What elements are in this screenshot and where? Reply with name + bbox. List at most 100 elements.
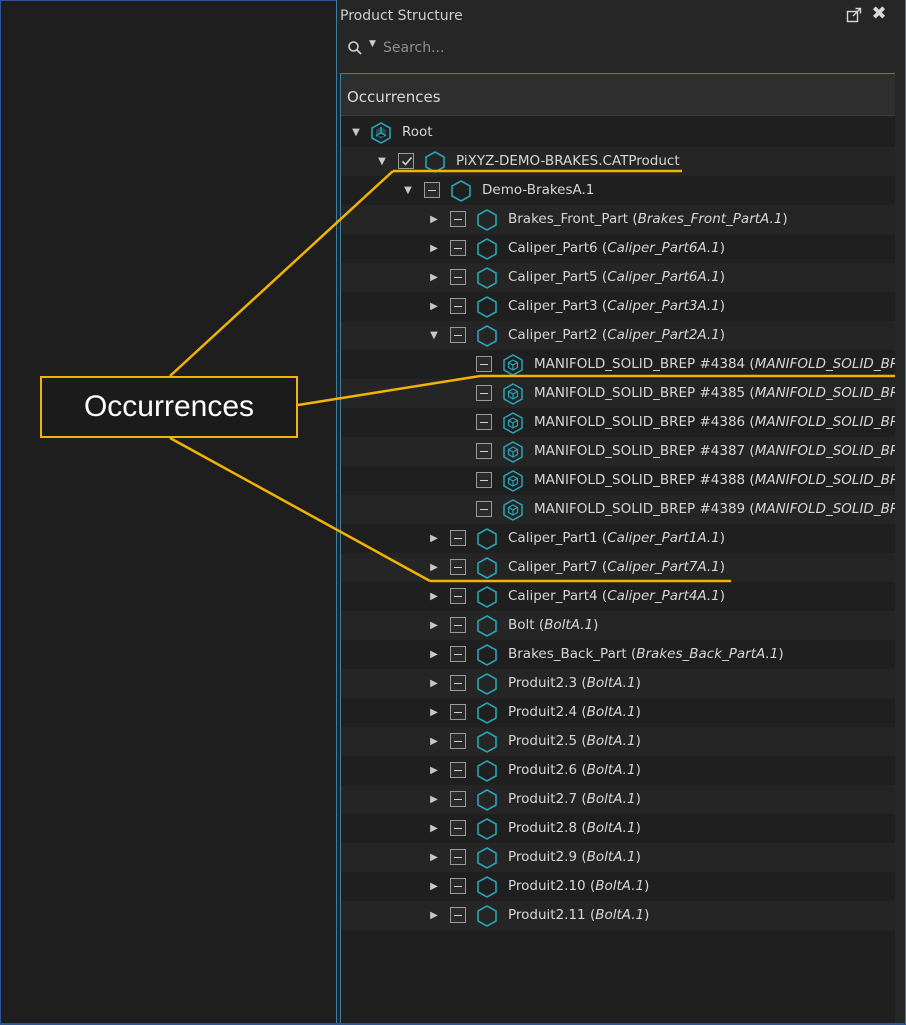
tree-row[interactable]: ▶ Caliper_Part3 (Caliper_Part3A.1) [341, 292, 895, 321]
visibility-checkbox-partial[interactable] [476, 356, 492, 372]
visibility-checkbox-partial[interactable] [476, 472, 492, 488]
tree-node-label: Produit2.9 (BoltA.1) [508, 849, 641, 865]
visibility-checkbox-partial[interactable] [476, 385, 492, 401]
search-options-caret-icon[interactable]: ▼ [369, 39, 376, 49]
tree-row[interactable]: ▶ Produit2.5 (BoltA.1) [341, 727, 895, 756]
collapsed-arrow-icon[interactable]: ▶ [428, 901, 440, 930]
collapsed-arrow-icon[interactable]: ▶ [428, 727, 440, 756]
collapsed-arrow-icon[interactable]: ▶ [428, 292, 440, 321]
visibility-checkbox-partial[interactable] [450, 559, 466, 575]
tree-row[interactable]: ▶ Produit2.8 (BoltA.1) [341, 814, 895, 843]
hexagon-icon [476, 295, 498, 319]
visibility-checkbox-partial[interactable] [450, 588, 466, 604]
node-reference: MANIFOLD_SOLID_BREP [754, 443, 895, 459]
visibility-checkbox-partial[interactable] [450, 791, 466, 807]
tree-row[interactable]: ▶ Caliper_Part7 (Caliper_Part7A.1) [341, 553, 895, 582]
tree-node-label: MANIFOLD_SOLID_BREP #4384 (MANIFOLD_SOLI… [534, 356, 895, 373]
tree-row[interactable]: ▶ Caliper_Part6 (Caliper_Part6A.1) [341, 234, 895, 263]
node-reference: MANIFOLD_SOLID_BREP [754, 414, 895, 430]
visibility-checkbox-partial[interactable] [450, 617, 466, 633]
collapsed-arrow-icon[interactable]: ▶ [428, 756, 440, 785]
collapsed-arrow-icon[interactable]: ▶ [428, 814, 440, 843]
node-name: Produit2.8 [508, 820, 578, 836]
tree-header[interactable]: Occurrences [341, 74, 895, 116]
tree-row[interactable]: ▶ Brakes_Back_Part (Brakes_Back_PartA.1) [341, 640, 895, 669]
tree-row[interactable]: ▶ Caliper_Part4 (Caliper_Part4A.1) [341, 582, 895, 611]
expanded-arrow-icon[interactable]: ▼ [428, 321, 440, 350]
search-input[interactable] [383, 36, 883, 60]
tree-row[interactable]: ▼ Caliper_Part2 (Caliper_Part2A.1) [341, 321, 895, 350]
tree-row[interactable]: ▼ PiXYZ-DEMO-BRAKES.CATProduct [341, 147, 895, 176]
visibility-checkbox-partial[interactable] [450, 269, 466, 285]
collapsed-arrow-icon[interactable]: ▶ [428, 524, 440, 553]
hexagon-icon [476, 672, 498, 696]
collapsed-arrow-icon[interactable]: ▶ [428, 785, 440, 814]
tree-row[interactable]: ▶ Produit2.3 (BoltA.1) [341, 669, 895, 698]
visibility-checkbox-partial[interactable] [450, 820, 466, 836]
tree-row[interactable]: ▼ Root [341, 118, 895, 147]
tree-node-label: MANIFOLD_SOLID_BREP #4388 (MANIFOLD_SOLI… [534, 472, 895, 489]
tree-row[interactable]: ▼ Demo-BrakesA.1 [341, 176, 895, 205]
collapsed-arrow-icon[interactable]: ▶ [428, 843, 440, 872]
tree-node-label: Demo-BrakesA.1 [482, 182, 594, 199]
tree-row[interactable]: MANIFOLD_SOLID_BREP #4385 (MANIFOLD_SOLI… [341, 379, 895, 408]
visibility-checkbox-partial[interactable] [450, 646, 466, 662]
tree-row[interactable]: ▶ Produit2.4 (BoltA.1) [341, 698, 895, 727]
collapsed-arrow-icon[interactable]: ▶ [428, 582, 440, 611]
visibility-checkbox-partial[interactable] [450, 327, 466, 343]
expanded-arrow-icon[interactable]: ▼ [402, 176, 414, 205]
visibility-checkbox-partial[interactable] [450, 878, 466, 894]
visibility-checkbox-partial[interactable] [450, 733, 466, 749]
tree-row[interactable]: ▶ Bolt (BoltA.1) [341, 611, 895, 640]
visibility-checkbox-partial[interactable] [476, 443, 492, 459]
node-name: Produit2.7 [508, 791, 578, 807]
tree-row[interactable]: ▶ Produit2.10 (BoltA.1) [341, 872, 895, 901]
close-icon[interactable]: ✖ [869, 3, 889, 25]
tree-row[interactable]: MANIFOLD_SOLID_BREP #4388 (MANIFOLD_SOLI… [341, 466, 895, 495]
tree-row[interactable]: ▶ Produit2.11 (BoltA.1) [341, 901, 895, 930]
visibility-checkbox-partial[interactable] [476, 414, 492, 430]
collapsed-arrow-icon[interactable]: ▶ [428, 698, 440, 727]
collapsed-arrow-icon[interactable]: ▶ [428, 669, 440, 698]
tree-row[interactable]: MANIFOLD_SOLID_BREP #4389 (MANIFOLD_SOLI… [341, 495, 895, 524]
visibility-checkbox-partial[interactable] [450, 675, 466, 691]
visibility-checkbox-partial[interactable] [450, 530, 466, 546]
visibility-checkbox-checked[interactable] [398, 153, 414, 169]
tree-row[interactable]: ▶ Produit2.7 (BoltA.1) [341, 785, 895, 814]
tree-row[interactable]: MANIFOLD_SOLID_BREP #4386 (MANIFOLD_SOLI… [341, 408, 895, 437]
search-icon[interactable] [347, 40, 363, 56]
hexagon-icon [476, 904, 498, 928]
hexagon-icon [476, 324, 498, 348]
tree-row[interactable]: ▶ Caliper_Part5 (Caliper_Part6A.1) [341, 263, 895, 292]
collapsed-arrow-icon[interactable]: ▶ [428, 640, 440, 669]
visibility-checkbox-partial[interactable] [450, 849, 466, 865]
popout-icon[interactable] [845, 6, 863, 24]
collapsed-arrow-icon[interactable]: ▶ [428, 611, 440, 640]
visibility-checkbox-partial[interactable] [450, 211, 466, 227]
visibility-checkbox-partial[interactable] [450, 704, 466, 720]
tree-node-label: Caliper_Part4 (Caliper_Part4A.1) [508, 588, 726, 604]
visibility-checkbox-partial[interactable] [450, 298, 466, 314]
collapsed-arrow-icon[interactable]: ▶ [428, 263, 440, 292]
collapsed-arrow-icon[interactable]: ▶ [428, 205, 440, 234]
node-reference: BoltA.1 [595, 907, 645, 923]
tree-row[interactable]: MANIFOLD_SOLID_BREP #4384 (MANIFOLD_SOLI… [341, 350, 895, 379]
expanded-arrow-icon[interactable]: ▼ [376, 147, 388, 176]
tree-node-label: Produit2.4 (BoltA.1) [508, 704, 641, 720]
tree-node-label: Produit2.5 (BoltA.1) [508, 733, 641, 749]
visibility-checkbox-partial[interactable] [450, 240, 466, 256]
collapsed-arrow-icon[interactable]: ▶ [428, 553, 440, 582]
collapsed-arrow-icon[interactable]: ▶ [428, 872, 440, 901]
visibility-checkbox-partial[interactable] [450, 907, 466, 923]
visibility-checkbox-partial[interactable] [450, 762, 466, 778]
tree-row[interactable]: ▶ Produit2.6 (BoltA.1) [341, 756, 895, 785]
tree-row[interactable]: ▶ Produit2.9 (BoltA.1) [341, 843, 895, 872]
collapsed-arrow-icon[interactable]: ▶ [428, 234, 440, 263]
node-reference: BoltA.1 [586, 675, 636, 691]
expanded-arrow-icon[interactable]: ▼ [350, 118, 362, 147]
visibility-checkbox-partial[interactable] [476, 501, 492, 517]
tree-row[interactable]: MANIFOLD_SOLID_BREP #4387 (MANIFOLD_SOLI… [341, 437, 895, 466]
tree-row[interactable]: ▶ Caliper_Part1 (Caliper_Part1A.1) [341, 524, 895, 553]
tree-row[interactable]: ▶ Brakes_Front_Part (Brakes_Front_PartA.1… [341, 205, 895, 234]
visibility-checkbox-partial[interactable] [424, 182, 440, 198]
